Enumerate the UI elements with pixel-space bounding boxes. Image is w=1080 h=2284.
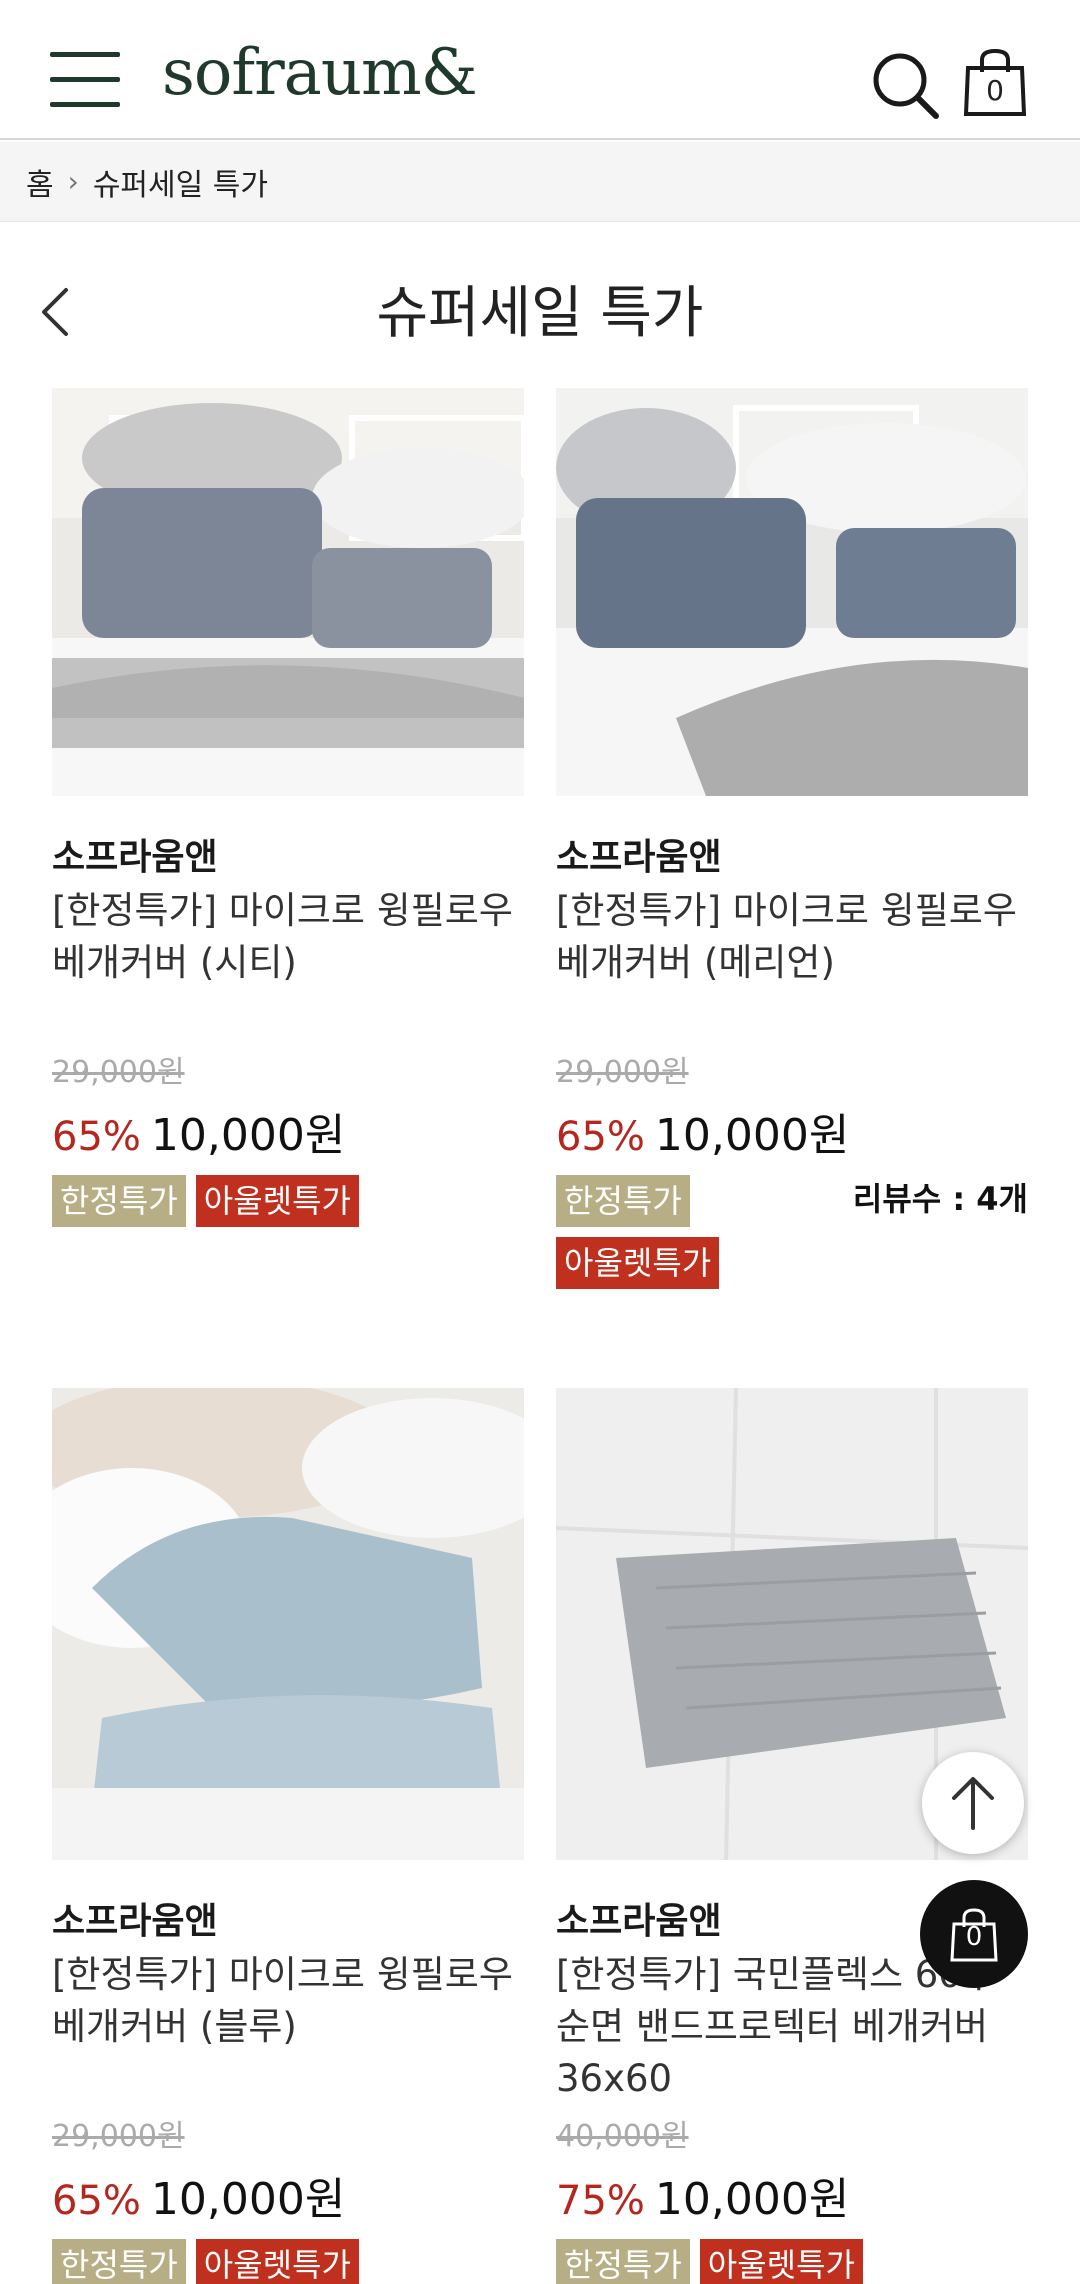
discount-rate: 65%	[52, 1114, 141, 1161]
page-title: 슈퍼세일 특가	[376, 281, 704, 346]
title-row: 슈퍼세일 특가	[0, 240, 1080, 370]
product-image[interactable]	[52, 388, 524, 796]
discount-rate: 75%	[556, 2178, 645, 2225]
header: sofraum& 0	[0, 0, 1080, 140]
logo[interactable]: sofraum&	[162, 36, 478, 110]
outlet-badge: 아울렛특가	[195, 2239, 359, 2284]
breadcrumb: 홈 › 슈퍼세일 특가	[0, 142, 1080, 222]
floating-cart-count: 0	[965, 1922, 983, 1952]
limited-badge: 한정특가	[52, 2239, 186, 2284]
product-card[interactable]: 소프라움앤 [한정특가] 마이크로 윙필로우 베개커버 (시티) 29,000원…	[52, 388, 524, 1228]
discount-rate: 65%	[556, 1114, 645, 1161]
product-brand: 소프라움앤	[556, 837, 722, 878]
price-row: 65% 10,000원	[52, 2163, 524, 2227]
outlet-badge: 아울렛특가	[195, 1175, 359, 1228]
product-image[interactable]	[52, 1388, 524, 1860]
discount-rate: 65%	[52, 2178, 141, 2225]
product-brand: 소프라움앤	[52, 837, 218, 878]
badge-group: 한정특가 아울렛특가	[52, 2239, 524, 2284]
price-row: 65% 10,000원	[556, 1099, 1028, 1163]
badge-group: 한정특가 아울렛특가	[556, 2239, 1028, 2284]
badge-group: 한정특가 아울렛특가	[556, 1175, 756, 1290]
limited-badge: 한정특가	[556, 2239, 690, 2284]
search-icon[interactable]	[870, 50, 940, 120]
price-row: 75% 10,000원	[556, 2163, 1028, 2227]
arrow-up-icon	[952, 1777, 994, 1830]
breadcrumb-current: 슈퍼세일 특가	[92, 167, 268, 203]
sale-price: 10,000원	[150, 2174, 346, 2226]
cart-button[interactable]: 0	[962, 48, 1028, 118]
product-name[interactable]: [한정특가] 마이크로 윙필로우 베개커버 (메리언)	[556, 885, 1028, 1041]
chevron-right-icon: ›	[67, 165, 79, 198]
product-card[interactable]: 소프라움앤 [한정특가] 마이크로 윙필로우 베개커버 (메리언) 29,000…	[556, 388, 1028, 1290]
original-price: 40,000원	[556, 2119, 689, 2155]
menu-icon[interactable]	[50, 52, 120, 112]
badge-group: 한정특가 아울렛특가	[52, 1175, 524, 1228]
original-price: 29,000원	[556, 1055, 689, 1091]
cart-count: 0	[986, 74, 1004, 107]
sale-price: 10,000원	[654, 2174, 850, 2226]
price-row: 65% 10,000원	[52, 1099, 524, 1163]
floating-cart-button[interactable]: 0	[920, 1880, 1028, 1988]
original-price: 29,000원	[52, 2119, 185, 2155]
sale-price: 10,000원	[150, 1110, 346, 1162]
scroll-top-button[interactable]	[922, 1752, 1024, 1854]
limited-badge: 한정특가	[52, 1175, 186, 1228]
sale-price: 10,000원	[654, 1110, 850, 1162]
product-brand: 소프라움앤	[52, 1901, 218, 1942]
product-name[interactable]: [한정특가] 마이크로 윙필로우 베개커버 (시티)	[52, 885, 524, 1041]
original-price: 29,000원	[52, 1055, 185, 1091]
outlet-badge: 아울렛특가	[556, 1237, 720, 1290]
review-count: 리뷰수 : 4개	[852, 1180, 1028, 1218]
outlet-badge: 아울렛특가	[699, 2239, 863, 2284]
product-card[interactable]: 소프라움앤 [한정특가] 마이크로 윙필로우 베개커버 (블루) 29,000원…	[52, 1388, 524, 2284]
product-name[interactable]: [한정특가] 마이크로 윙필로우 베개커버 (블루)	[52, 1949, 524, 2105]
limited-badge: 한정특가	[556, 1175, 690, 1228]
product-image[interactable]	[556, 388, 1028, 796]
breadcrumb-home[interactable]: 홈	[26, 160, 54, 204]
